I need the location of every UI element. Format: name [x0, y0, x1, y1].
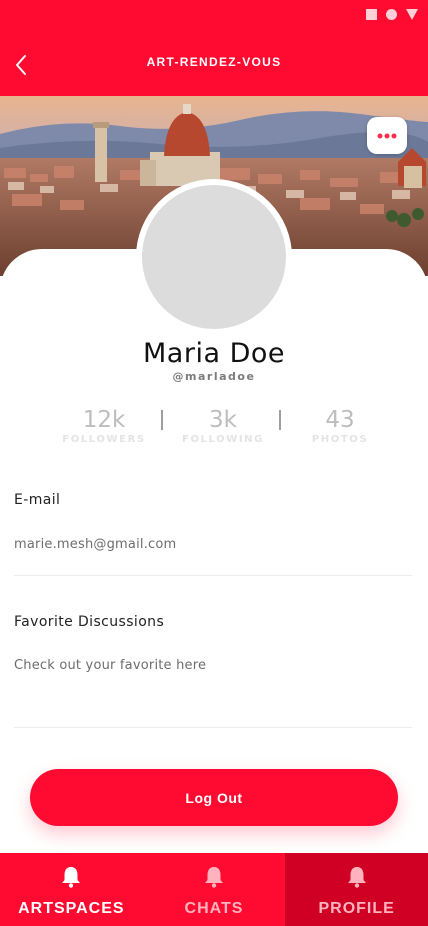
stat-divider: [279, 410, 281, 430]
email-label: E-mail: [14, 492, 61, 508]
stat-following[interactable]: 3k FOLLOWING: [176, 406, 270, 446]
divider: [14, 575, 412, 576]
favorites-link[interactable]: Check out your favorite here: [14, 658, 206, 673]
stat-followers[interactable]: 12k FOLLOWERS: [58, 406, 150, 446]
nav-label: CHATS: [184, 900, 244, 917]
nav-label: PROFILE: [318, 900, 395, 917]
circle-icon: [386, 9, 397, 20]
stat-value: 12k: [82, 407, 126, 433]
logout-button[interactable]: Log Out: [30, 769, 398, 826]
triangle-icon: [406, 9, 418, 20]
app-title: ART-RENDEZ-VOUS: [146, 55, 282, 69]
nav-item-chats[interactable]: CHATS: [143, 853, 286, 926]
profile-stats: 12k FOLLOWERS 3k FOLLOWING 43 PHOTOS: [0, 406, 428, 450]
stat-label: FOLLOWERS: [62, 434, 146, 445]
nav-item-profile[interactable]: PROFILE: [285, 853, 428, 926]
stat-value: 3k: [209, 407, 237, 433]
nav-label: ARTSPACES: [18, 900, 125, 917]
stat-divider: [161, 410, 163, 430]
square-icon: [366, 9, 377, 20]
bell-icon: [204, 867, 223, 888]
profile-name: Maria Doe: [143, 338, 285, 369]
status-icons: [366, 9, 418, 20]
favorites-label: Favorite Discussions: [14, 614, 165, 630]
more-options-button[interactable]: [367, 117, 407, 154]
bell-icon: [62, 867, 81, 888]
status-bar: [0, 0, 428, 30]
bell-icon: [347, 867, 366, 888]
profile-handle: @marladoe: [172, 370, 256, 383]
email-value[interactable]: marie.mesh@gmail.com: [14, 537, 176, 552]
avatar[interactable]: [136, 179, 292, 335]
stat-value: 43: [325, 407, 355, 433]
app-bar: ART-RENDEZ-VOUS: [0, 30, 428, 96]
stat-label: FOLLOWING: [182, 434, 264, 445]
more-horizontal-icon: [377, 133, 397, 138]
bottom-nav: ARTSPACES CHATS PROFILE: [0, 853, 428, 926]
stat-label: PHOTOS: [311, 434, 369, 445]
divider: [14, 727, 412, 728]
stat-photos[interactable]: 43 PHOTOS: [300, 406, 380, 446]
nav-item-artspaces[interactable]: ARTSPACES: [0, 853, 143, 926]
avatar-placeholder: [142, 185, 286, 329]
